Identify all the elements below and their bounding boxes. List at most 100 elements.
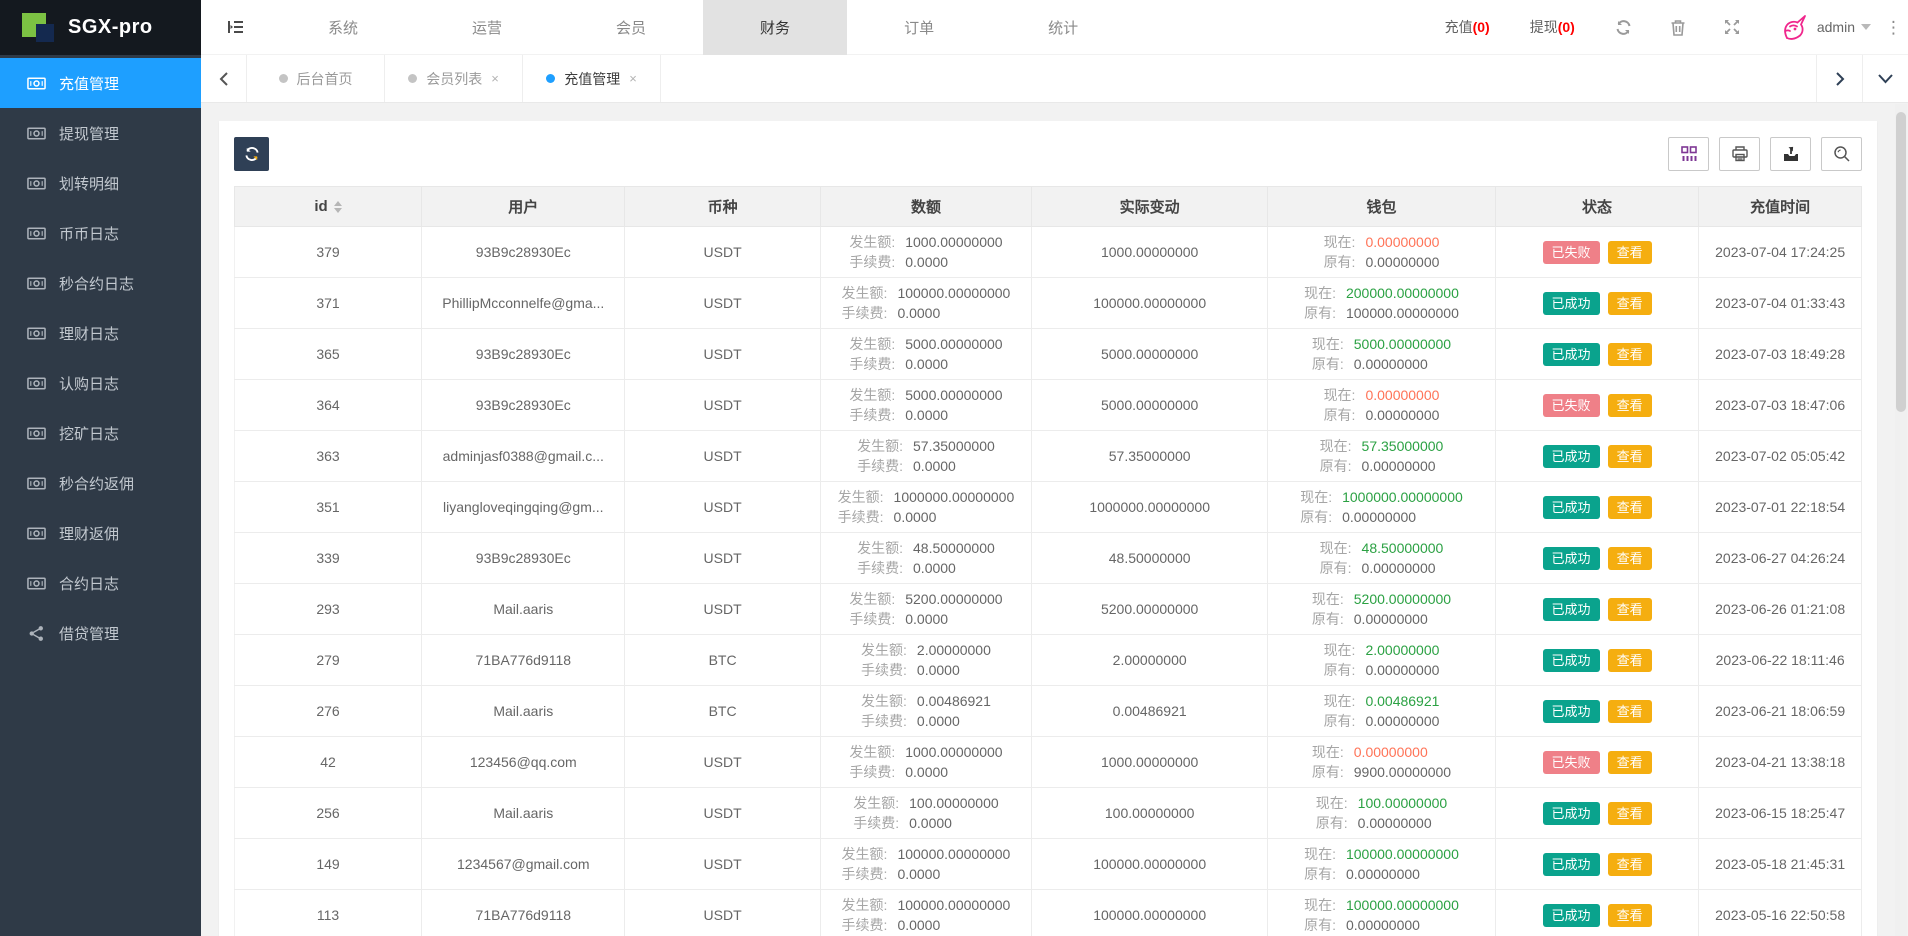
vertical-scrollbar[interactable] (1895, 104, 1907, 936)
cell-user: Mail.aaris (421, 787, 626, 839)
sidebar-item-1[interactable]: 充值管理 (0, 58, 201, 108)
menu-collapse-icon[interactable] (201, 17, 271, 37)
toggle-columns-button[interactable] (1668, 137, 1709, 171)
cell-coin: USDT (624, 481, 821, 533)
view-button[interactable]: 查看 (1607, 495, 1652, 519)
refresh-icon[interactable] (1615, 19, 1632, 36)
cell-coin: USDT (624, 583, 821, 635)
cell-amount: 发生额: 5000.00000000 手续费: 0.0000 (819, 328, 1033, 380)
sidebar-item-label: 充值管理 (59, 75, 120, 93)
sidebar-item-5[interactable]: 秒合约日志 (0, 258, 201, 308)
sidebar-item-label: 秒合约返佣 (59, 475, 135, 493)
view-button[interactable]: 查看 (1607, 393, 1652, 417)
sidebar-item-12[interactable]: 借贷管理 (0, 608, 201, 658)
column-header-amount: 数额 (819, 186, 1033, 227)
sidebar-item-8[interactable]: 挖矿日志 (0, 408, 201, 458)
sidebar-item-2[interactable]: 提现管理 (0, 108, 201, 158)
view-button[interactable]: 查看 (1607, 546, 1652, 570)
sidebar-item-3[interactable]: 划转明细 (0, 158, 201, 208)
avatar[interactable] (1778, 12, 1808, 42)
occur-label: 发生额: (861, 642, 907, 658)
table-body: 379 93B9c28930Ec USDT 发生额: 1000.00000000 … (233, 226, 1862, 936)
cell-id: 256 (233, 787, 423, 839)
more-options-icon[interactable]: ⋮ (1885, 19, 1902, 36)
table-refresh-button[interactable] (234, 137, 269, 171)
trash-icon[interactable] (1670, 19, 1686, 36)
tabs-scroll-left-icon[interactable] (201, 55, 247, 102)
tab-close-icon[interactable]: × (629, 71, 637, 86)
cell-id: 351 (233, 481, 423, 533)
withdraw-counter-link[interactable]: 提现(0) (1530, 17, 1575, 37)
status-badge: 已成功 (1542, 648, 1600, 672)
tab-2[interactable]: 会员列表 × (385, 55, 523, 102)
header-right: 充值(0) 提现(0) admin ⋮ (1445, 0, 1908, 55)
view-button[interactable]: 查看 (1607, 750, 1652, 774)
recharge-counter-link[interactable]: 充值(0) (1445, 17, 1490, 37)
topnav-item-4[interactable]: 财务 (703, 0, 848, 55)
sidebar-item-9[interactable]: 秒合约返佣 (0, 458, 201, 508)
cell-user: 71BA776d9118 (421, 889, 626, 936)
view-button[interactable]: 查看 (1607, 597, 1652, 621)
sidebar-item-label: 认购日志 (59, 375, 120, 393)
export-button[interactable] (1770, 137, 1811, 171)
main-content: id 用户 币种 数额 实际变动 钱包 状态 充值时间 379 93B9c289… (201, 103, 1908, 936)
view-button[interactable]: 查看 (1607, 342, 1652, 366)
view-button[interactable]: 查看 (1607, 291, 1652, 315)
table-row: 279 71BA776d9118 BTC 发生额: 2.00000000 手续费:… (233, 634, 1862, 686)
sidebar-item-10[interactable]: 理财返佣 (0, 508, 201, 558)
tabs-list-icon[interactable] (1862, 55, 1908, 102)
print-button[interactable] (1719, 137, 1760, 171)
view-button[interactable]: 查看 (1607, 240, 1652, 264)
table-row: 256 Mail.aaris USDT 发生额: 100.00000000 手续费… (233, 787, 1862, 839)
sidebar-item-label: 币币日志 (59, 225, 120, 243)
topnav-item-6[interactable]: 统计 (991, 0, 1135, 55)
view-button[interactable]: 查看 (1607, 699, 1652, 723)
cell-status: 已成功 查看 (1494, 634, 1700, 686)
cell-wallet: 现在: 200000.00000000 原有: 100000.00000000 (1267, 277, 1496, 329)
topnav-item-2[interactable]: 运营 (415, 0, 559, 55)
wallet-now-label: 现在: (1319, 540, 1352, 556)
table-row: 149 1234567@gmail.com USDT 发生额: 100000.00… (233, 838, 1862, 890)
fee-label: 手续费: (861, 662, 907, 678)
user-menu[interactable]: admin (1817, 19, 1871, 35)
cell-wallet: 现在: 0.00000000 原有: 9900.00000000 (1267, 736, 1496, 788)
sidebar-menu: 充值管理提现管理 划转明细币币日志秒合约日志理财日志认购日志挖矿日志秒合约返佣理财… (0, 55, 201, 658)
occur-label: 发生额: (861, 693, 907, 709)
search-button[interactable] (1821, 137, 1862, 171)
tab-3[interactable]: 充值管理 × (523, 55, 661, 102)
view-button[interactable]: 查看 (1607, 852, 1652, 876)
id-sort-control[interactable] (333, 200, 342, 213)
wallet-orig-label: 原有: (1311, 764, 1344, 780)
sidebar-item-11[interactable]: 合约日志 (0, 558, 201, 608)
sidebar-item-6[interactable]: 理财日志 (0, 308, 201, 358)
scrollbar-thumb[interactable] (1896, 112, 1906, 412)
cell-status: 已成功 查看 (1494, 328, 1700, 380)
table-row: 379 93B9c28930Ec USDT 发生额: 1000.00000000 … (233, 226, 1862, 278)
table-row: 363 adminjasf0388@gmail.c... USDT 发生额: 57… (233, 430, 1862, 482)
sidebar-item-label: 挖矿日志 (59, 425, 120, 443)
wallet-now-label: 现在: (1300, 489, 1333, 505)
view-button[interactable]: 查看 (1607, 444, 1652, 468)
wallet-orig-label: 原有: (1304, 866, 1336, 882)
fullscreen-icon[interactable] (1724, 19, 1740, 35)
cell-status: 已成功 查看 (1494, 787, 1700, 839)
tab-close-icon[interactable]: × (491, 71, 499, 86)
cell-user: 1234567@gmail.com (421, 838, 626, 890)
cell-amount: 发生额: 100.00000000 手续费: 0.0000 (819, 787, 1033, 839)
cell-change: 100000.00000000 (1031, 277, 1269, 329)
wallet-now-label: 现在: (1323, 642, 1356, 658)
sidebar-item-7[interactable]: 认购日志 (0, 358, 201, 408)
tabs-scroll-right-icon[interactable] (1816, 55, 1862, 102)
view-button[interactable]: 查看 (1607, 801, 1652, 825)
view-button[interactable]: 查看 (1607, 903, 1652, 927)
topnav-item-5[interactable]: 订单 (847, 0, 991, 55)
view-button[interactable]: 查看 (1607, 648, 1652, 672)
topnav-item-1[interactable]: 系统 (271, 0, 415, 55)
sidebar-item-label: 理财日志 (59, 325, 120, 343)
sidebar-item-4[interactable]: 币币日志 (0, 208, 201, 258)
tab-label: 充值管理 (564, 70, 621, 87)
cell-amount: 发生额: 100000.00000000 手续费: 0.0000 (819, 889, 1033, 936)
sidebar-item-label: 秒合约日志 (59, 275, 135, 293)
topnav-item-3[interactable]: 会员 (559, 0, 703, 55)
tab-1[interactable]: 后台首页 (247, 55, 385, 102)
